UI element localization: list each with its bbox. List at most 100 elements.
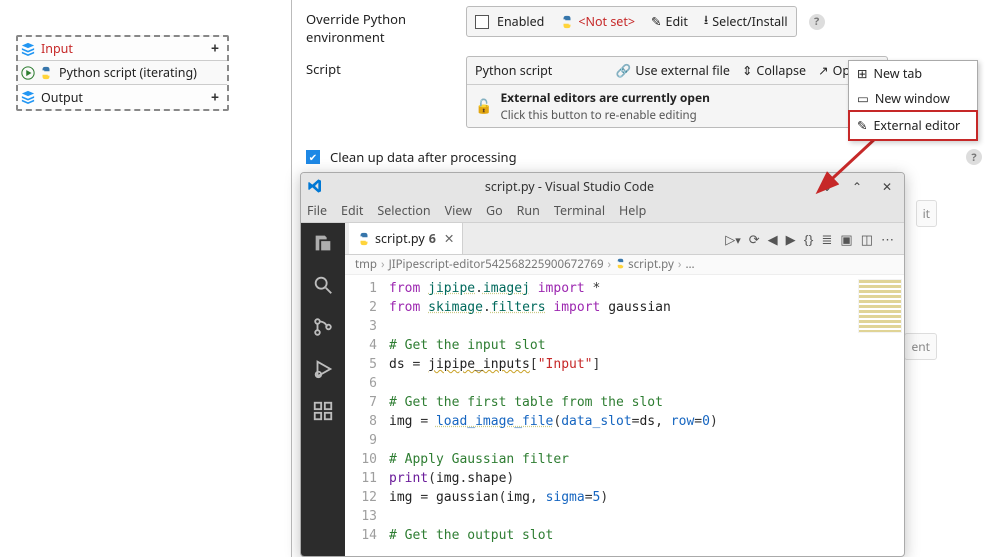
- code-line[interactable]: from jipipe.imagej import *: [389, 279, 900, 298]
- node-title-label: Python script (iterating): [57, 64, 224, 81]
- menu-run[interactable]: Run: [517, 202, 540, 219]
- menu-external-editor[interactable]: ✎ External editor: [848, 110, 978, 141]
- window-close-icon[interactable]: ✕: [876, 178, 898, 195]
- collapse-label: Collapse: [756, 62, 806, 79]
- menu-new-window[interactable]: ▭ New window: [849, 86, 977, 111]
- input-slot-label: Input: [39, 40, 202, 57]
- close-tab-icon[interactable]: ✕: [444, 230, 454, 247]
- line-gutter: 1234567891011121314: [345, 275, 385, 556]
- code-line[interactable]: [389, 317, 900, 336]
- pencil-icon: ✎: [857, 117, 867, 134]
- menu-new-tab[interactable]: ⊞ New tab: [849, 61, 977, 86]
- code-content[interactable]: from jipipe.imagej import *from skimage.…: [385, 275, 904, 556]
- window-chevron-down-icon[interactable]: ⌄: [816, 178, 838, 195]
- list-icon[interactable]: ≣: [822, 230, 833, 248]
- link-icon: 🔗: [616, 62, 632, 79]
- enabled-toggle[interactable]: Enabled: [469, 11, 550, 32]
- more-icon[interactable]: ⋯: [881, 230, 894, 248]
- node-title-row[interactable]: Python script (iterating): [18, 61, 227, 85]
- code-line[interactable]: [389, 374, 900, 393]
- braces-icon[interactable]: {}: [804, 230, 814, 248]
- help-icon[interactable]: ?: [809, 14, 825, 30]
- node-output-slot[interactable]: Output +: [18, 85, 227, 109]
- window-chevron-up-icon[interactable]: ⌃: [846, 178, 868, 195]
- download-icon: ⭳: [704, 11, 708, 32]
- lock-open-icon: 🔓: [475, 97, 492, 116]
- breadcrumb[interactable]: tmp › JIPipescript-editor54256822590067276…: [345, 255, 904, 275]
- debug-icon[interactable]: [311, 357, 335, 381]
- menu-edit[interactable]: Edit: [341, 202, 363, 219]
- ghost-panel-a: it: [916, 200, 937, 227]
- code-line[interactable]: [389, 431, 900, 450]
- preview-icon[interactable]: ▣: [840, 230, 852, 248]
- python-icon: [357, 232, 371, 246]
- extensions-icon[interactable]: [311, 399, 335, 423]
- env-select-label: Select/Install: [712, 13, 787, 30]
- cleanup-label: Clean up data after processing: [330, 148, 517, 166]
- checkbox-empty-icon: [475, 15, 489, 29]
- run-debug-icon[interactable]: ⟳: [749, 230, 760, 248]
- code-line[interactable]: from skimage.filters import gaussian: [389, 298, 900, 317]
- help-icon[interactable]: ?: [966, 149, 982, 165]
- nav-forward-icon[interactable]: ▶: [786, 230, 796, 248]
- file-tab[interactable]: script.py 6 ✕: [349, 223, 463, 254]
- breadcrumb-segment[interactable]: …: [685, 257, 694, 272]
- menu-go[interactable]: Go: [486, 202, 503, 219]
- node-input-slot[interactable]: Input +: [18, 37, 227, 61]
- add-output-button[interactable]: +: [206, 88, 224, 106]
- menu-view[interactable]: View: [445, 202, 472, 219]
- open-external-icon: ↗: [818, 62, 828, 79]
- menu-selection[interactable]: Selection: [377, 202, 430, 219]
- search-icon[interactable]: [311, 273, 335, 297]
- code-line[interactable]: img = gaussian(img, sigma=5): [389, 488, 900, 507]
- chevron-right-icon: ›: [381, 257, 385, 272]
- external-open-message: External editors are currently open Clic…: [500, 89, 709, 123]
- collapse-icon: ⇕: [742, 62, 752, 79]
- nav-back-icon[interactable]: ◀: [768, 230, 778, 248]
- file-tab-name: script.py: [375, 230, 425, 247]
- split-editor-icon[interactable]: ◫: [861, 230, 873, 248]
- run-icon[interactable]: ▷▾: [725, 230, 740, 248]
- editor-tabs: script.py 6 ✕ ▷▾ ⟳ ◀ ▶ {} ≣ ▣ ◫ ⋯: [345, 223, 904, 255]
- code-line[interactable]: [389, 507, 900, 526]
- plus-square-icon: ⊞: [857, 65, 867, 82]
- code-line[interactable]: # Get the first table from the slot: [389, 393, 900, 412]
- breadcrumb-segment[interactable]: tmp: [355, 257, 377, 272]
- use-external-file-label: Use external file: [635, 62, 730, 79]
- enabled-toggle-label: Enabled: [497, 13, 544, 30]
- explorer-icon[interactable]: [311, 231, 335, 255]
- menu-terminal[interactable]: Terminal: [554, 202, 605, 219]
- vscode-menubar: File Edit Selection View Go Run Terminal Help: [301, 199, 904, 223]
- play-icon: [21, 66, 35, 80]
- code-line[interactable]: img = load_image_file(data_slot=ds, row=…: [389, 412, 900, 431]
- open-in-menu: ⊞ New tab ▭ New window ✎ External editor: [848, 60, 978, 141]
- chevron-right-icon: ›: [678, 257, 682, 272]
- python-icon: [39, 66, 53, 80]
- code-editor[interactable]: 1234567891011121314 from jipipe.imagej i…: [345, 275, 904, 556]
- env-value[interactable]: <Not set>: [554, 11, 641, 32]
- override-env-label: Override Python environment: [306, 6, 466, 46]
- vscode-window-title: script.py - Visual Studio Code: [331, 178, 808, 195]
- env-edit-label: Edit: [666, 13, 688, 30]
- chevron-right-icon: ›: [608, 257, 612, 272]
- source-control-icon[interactable]: [311, 315, 335, 339]
- code-line[interactable]: # Apply Gaussian filter: [389, 450, 900, 469]
- code-line[interactable]: # Get the output slot: [389, 526, 900, 545]
- add-input-button[interactable]: +: [206, 40, 224, 58]
- minimap[interactable]: [858, 279, 902, 333]
- code-line[interactable]: # Get the input slot: [389, 336, 900, 355]
- cleanup-checkbox[interactable]: ✔: [306, 150, 320, 164]
- python-icon: [560, 15, 574, 29]
- menu-file[interactable]: File: [307, 202, 327, 219]
- vscode-titlebar[interactable]: script.py - Visual Studio Code ⌄ ⌃ ✕: [301, 173, 904, 199]
- breadcrumb-segment[interactable]: JIPipescript-editor542568225900672769: [389, 257, 604, 272]
- code-line[interactable]: print(img.shape): [389, 469, 900, 488]
- override-env-row: Override Python environment Enabled <Not…: [306, 6, 982, 46]
- breadcrumb-segment[interactable]: script.py: [615, 257, 674, 272]
- env-select-button[interactable]: ⭳ Select/Install: [698, 9, 794, 34]
- use-external-file-button[interactable]: 🔗 Use external file: [612, 60, 734, 81]
- menu-help[interactable]: Help: [619, 202, 646, 219]
- env-edit-button[interactable]: ✎ Edit: [645, 11, 694, 32]
- code-line[interactable]: ds = jipipe_inputs["Input"]: [389, 355, 900, 374]
- collapse-button[interactable]: ⇕ Collapse: [738, 60, 810, 81]
